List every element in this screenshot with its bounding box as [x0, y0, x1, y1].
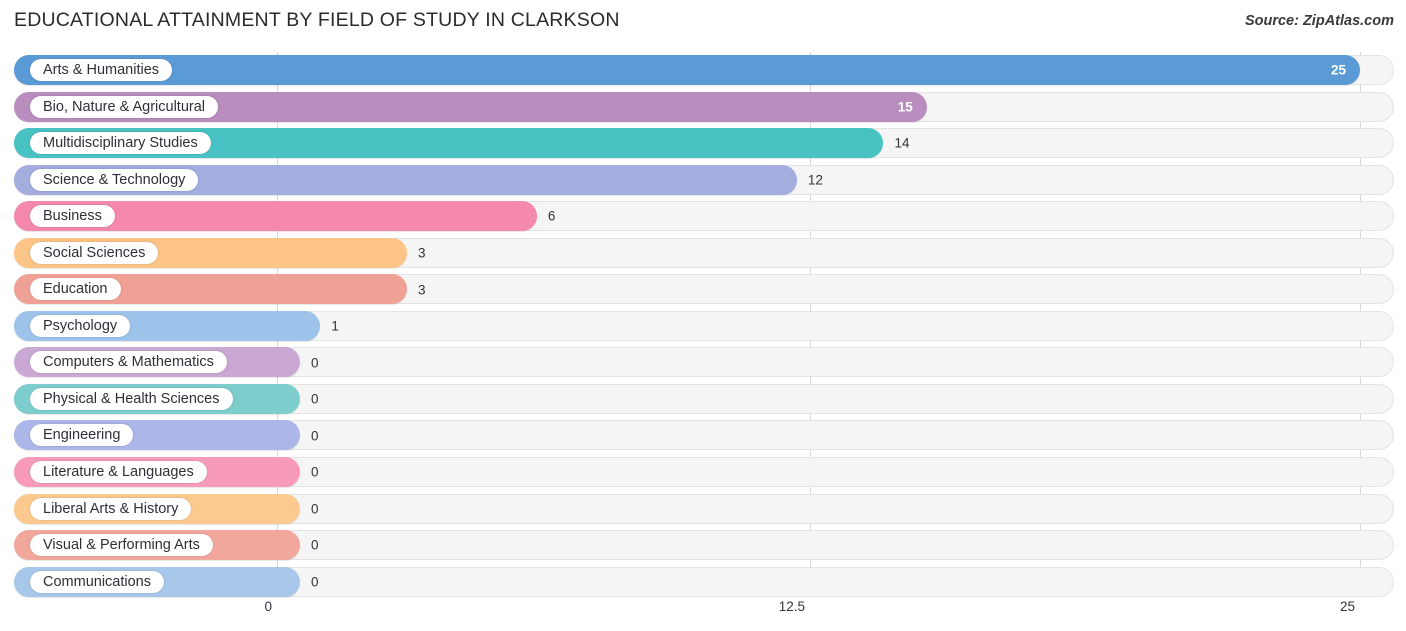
category-label: Multidisciplinary Studies: [30, 132, 211, 155]
category-label: Psychology: [30, 314, 131, 337]
category-label: Visual & Performing Arts: [30, 534, 213, 557]
x-axis: 0 12.5 25: [0, 595, 1406, 631]
x-axis-tick: 12.5: [778, 599, 805, 614]
bar-value-label: 0: [311, 574, 319, 590]
bar-row[interactable]: 0 Literature & Languages: [0, 454, 1406, 491]
category-label: Social Sciences: [30, 241, 159, 264]
category-label: Business: [30, 205, 115, 228]
page-title: EDUCATIONAL ATTAINMENT BY FIELD OF STUDY…: [14, 9, 620, 31]
bar-value-label: 25: [1330, 62, 1346, 78]
bar-row[interactable]: 1 Psychology: [0, 308, 1406, 345]
bar-row[interactable]: 14 Multidisciplinary Studies: [0, 125, 1406, 162]
category-label: Communications: [30, 570, 164, 593]
category-label: Education: [30, 278, 121, 301]
x-axis-tick: 0: [264, 599, 272, 614]
bar-row[interactable]: 3 Education: [0, 271, 1406, 308]
bar-value-label: 0: [311, 391, 319, 407]
bar-row[interactable]: 0 Liberal Arts & History: [0, 491, 1406, 528]
bar-row[interactable]: 0 Engineering: [0, 417, 1406, 454]
category-label: Physical & Health Sciences: [30, 387, 233, 410]
chart-page: EDUCATIONAL ATTAINMENT BY FIELD OF STUDY…: [0, 0, 1406, 631]
chart-plot-area: 25 Arts & Humanities 15 Bio, Nature & Agric…: [0, 40, 1406, 597]
bar-rows: 25 Arts & Humanities 15 Bio, Nature & Agric…: [0, 52, 1406, 600]
category-label: Arts & Humanities: [30, 59, 173, 81]
bar-value-label: 3: [417, 245, 426, 261]
source-attribution: Source: ZipAtlas.com: [1244, 13, 1394, 29]
bar-row[interactable]: 25 Arts & Humanities: [0, 52, 1406, 89]
chart-header: EDUCATIONAL ATTAINMENT BY FIELD OF STUDY…: [0, 0, 1406, 40]
bar-value-label: 12: [807, 172, 823, 188]
category-label: Computers & Mathematics: [30, 351, 227, 374]
category-label: Engineering: [30, 424, 134, 447]
bar[interactable]: 25: [14, 55, 1360, 85]
bar-row[interactable]: 0 Visual & Performing Arts: [0, 527, 1406, 564]
bar-row[interactable]: 15 Bio, Nature & Agricultural: [0, 89, 1406, 126]
category-label: Bio, Nature & Agricultural: [30, 95, 218, 118]
bar-row[interactable]: 12 Science & Technology: [0, 162, 1406, 199]
bar-value-label: 15: [897, 99, 913, 115]
bar-value-label: 0: [311, 355, 319, 371]
bar-value-label: 14: [894, 135, 910, 151]
bar-value-label: 0: [311, 537, 319, 553]
category-label: Literature & Languages: [30, 461, 207, 484]
bar-value-label: 1: [331, 318, 339, 334]
bar-value-label: 0: [311, 501, 319, 517]
bar-value-label: 6: [547, 208, 556, 224]
category-label: Science & Technology: [30, 168, 199, 191]
category-label: Liberal Arts & History: [30, 497, 192, 520]
x-axis-tick: 25: [1339, 599, 1355, 614]
bar-row[interactable]: 0 Computers & Mathematics: [0, 344, 1406, 381]
bar-row[interactable]: 6 Business: [0, 198, 1406, 235]
bar-value-label: 0: [311, 464, 319, 480]
bar-row[interactable]: 0 Physical & Health Sciences: [0, 381, 1406, 418]
bar-row[interactable]: 3 Social Sciences: [0, 235, 1406, 272]
bar-value-label: 0: [311, 428, 319, 444]
bar-value-label: 3: [417, 282, 426, 298]
